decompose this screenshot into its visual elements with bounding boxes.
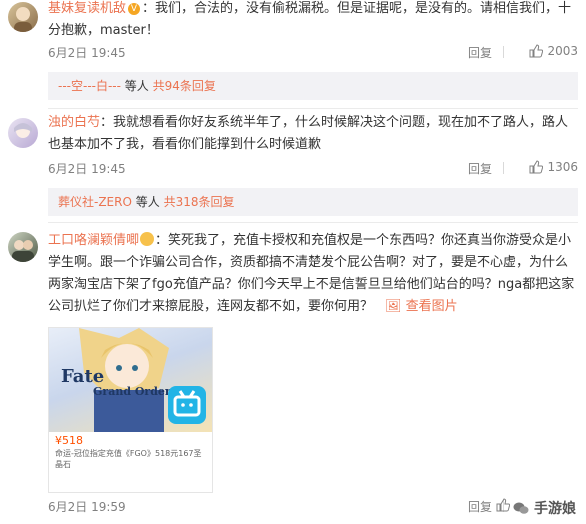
reply-thread[interactable]: 葬仪社-ZERO 等人 共318条回复: [48, 188, 578, 216]
fgo-logo: Fate Grand Order: [61, 368, 171, 398]
thread-text: 等人: [131, 195, 164, 209]
username-link[interactable]: 工口咯澜颖倩唧: [48, 233, 139, 248]
username-link[interactable]: 基妹复读机敌: [48, 1, 126, 16]
reply-count-link[interactable]: 共94条回复: [153, 79, 216, 93]
username-link[interactable]: 浊的白芍: [48, 115, 100, 130]
logo-line-2: Grand Order: [93, 385, 171, 398]
logo-line-1: Fate: [61, 366, 105, 387]
thread-text: 等人: [120, 79, 153, 93]
avatar[interactable]: [8, 232, 38, 262]
reply-button[interactable]: 回复: [468, 44, 492, 61]
timestamp: 6月2日 19:45: [48, 162, 126, 176]
divider: [48, 222, 578, 223]
comment-meta: 6月2日 19:45 回复 2003: [48, 44, 578, 62]
like-button[interactable]: 2003: [529, 44, 578, 58]
reply-button[interactable]: 回复: [468, 160, 492, 177]
divider: [503, 162, 504, 174]
divider: [503, 46, 504, 58]
product-description: 命运-冠位指定充值《FGO》518元167圣晶石: [55, 449, 202, 469]
reply-button[interactable]: 回复: [468, 498, 492, 515]
avatar[interactable]: [8, 2, 38, 32]
comment-meta: 6月2日 19:59 回复: [48, 498, 578, 516]
watermark: 手游娘: [513, 498, 576, 518]
comment-text: 浊的白芍：我就想看看你好友系统半年了，什么时候解决这个问题，现在加不了路人，路人…: [48, 115, 569, 152]
timestamp: 6月2日 19:45: [48, 46, 126, 60]
reply-thread[interactable]: ---空---白--- 等人 共94条回复: [48, 72, 578, 100]
view-image-label: 查看图片: [405, 299, 458, 314]
like-count: 1306: [547, 160, 578, 174]
comment-meta: 6月2日 19:45 回复 1306: [48, 160, 578, 178]
thumbs-up-icon: [529, 160, 544, 174]
like-button[interactable]: [496, 498, 514, 512]
thumbs-up-icon: [529, 44, 544, 58]
comment-body: 我们，合法的，没有偷税漏税。但是证据呢，是没有的。请相信我们，十分抱歉，mast…: [48, 1, 572, 38]
avatar[interactable]: [8, 118, 38, 148]
view-image-link[interactable]: 🖼 查看图片: [385, 299, 458, 314]
like-button[interactable]: 1306: [529, 160, 578, 174]
timestamp: 6月2日 19:59: [48, 500, 126, 514]
emoji-icon: [140, 232, 155, 246]
comment-text: 基妹复读机敌 V ：我们，合法的，没有偷税漏税。但是证据呢，是没有的。请相信我们，十…: [48, 1, 572, 38]
comment-body: 我就想看看你好友系统半年了，什么时候解决这个问题，现在加不了路人，路人也基本加不…: [48, 115, 569, 152]
product-image-card[interactable]: Fate Grand Order ¥518 命运-冠位指定充值《FGO》518元…: [48, 327, 213, 493]
thread-user-link[interactable]: ---空---白---: [58, 79, 121, 93]
reply-count-link[interactable]: 共318条回复: [164, 195, 235, 209]
wechat-icon: [513, 502, 529, 514]
comment-text: 工口咯澜颖倩唧 ：笑死我了，充值卡授权和充值权是一个东西吗？你还真当你游受众是小学…: [48, 230, 576, 318]
like-count: 2003: [547, 44, 578, 58]
thumbs-up-icon: [496, 498, 511, 512]
divider: [48, 108, 578, 109]
verified-badge-icon: V: [128, 2, 141, 15]
bilibili-tv-icon: [168, 386, 206, 424]
product-price: ¥518: [55, 434, 83, 447]
watermark-text: 手游娘: [534, 501, 576, 517]
thread-user-link[interactable]: 葬仪社-ZERO: [58, 195, 132, 209]
